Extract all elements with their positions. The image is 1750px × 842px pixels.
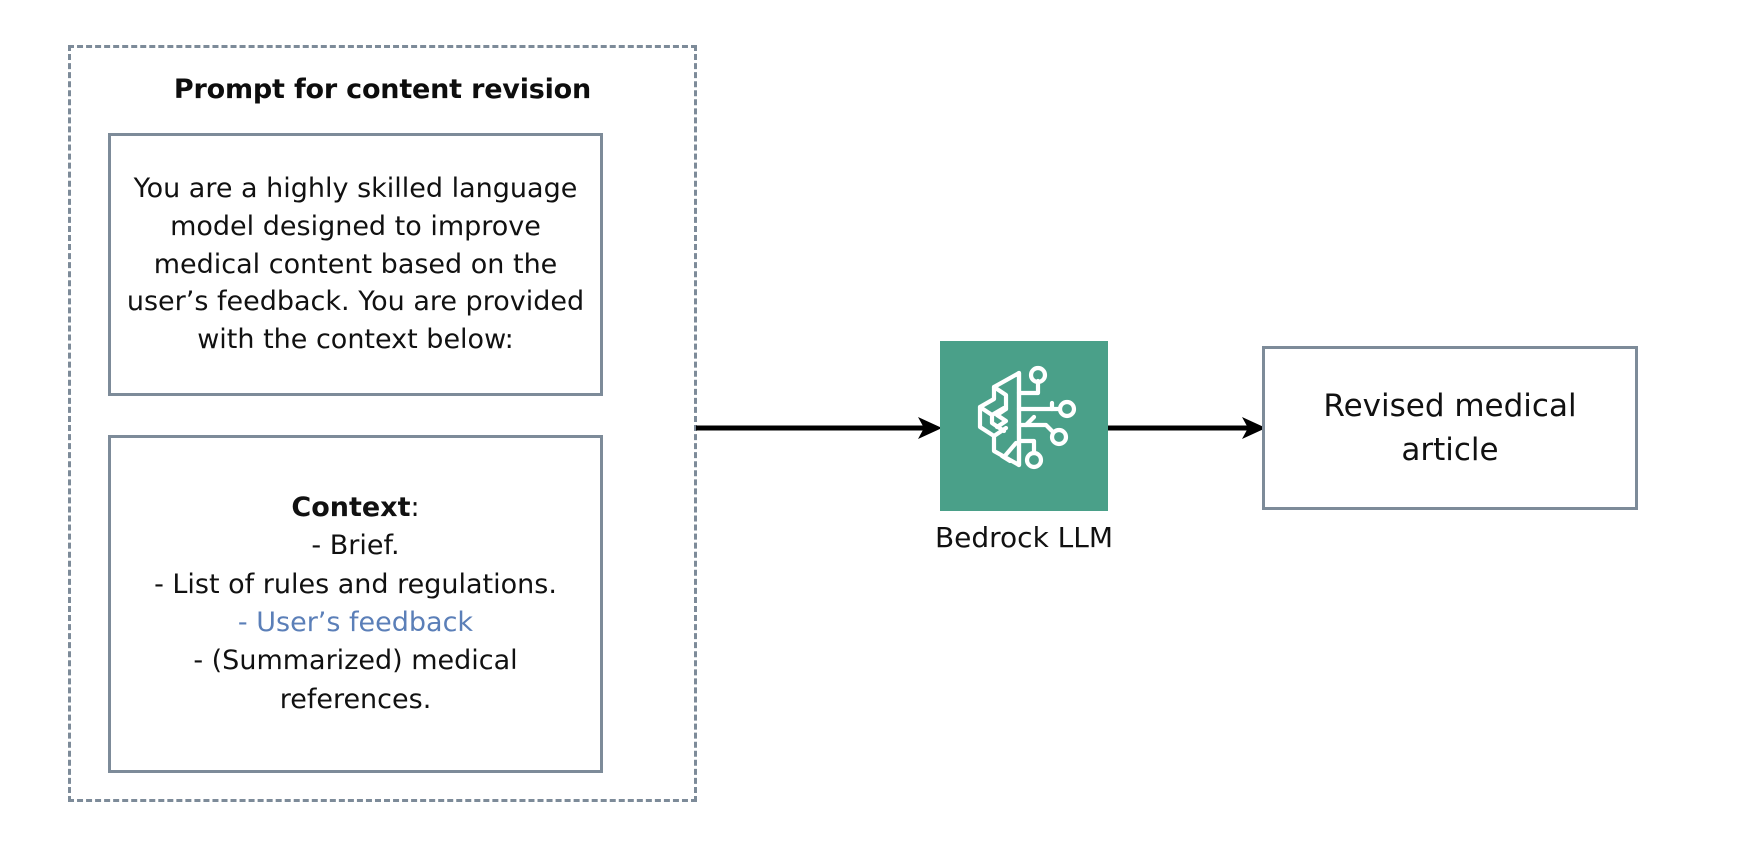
context-item-user-feedback: - User’s feedback (237, 607, 474, 638)
prompt-body-text: You are a highly skilled language model … (126, 173, 585, 356)
llm-node: Bedrock LLM (935, 341, 1113, 554)
context-heading: Context: (117, 489, 594, 527)
prompt-group-title: Prompt for content revision (173, 74, 592, 105)
output-box: Revised medical article (1262, 346, 1638, 510)
context-item-medical-references: - (Summarized) medical references. (193, 645, 518, 715)
llm-node-label: Bedrock LLM (934, 521, 1114, 554)
arrow-prompt-to-llm (696, 417, 942, 439)
llm-icon-tile (940, 341, 1108, 511)
output-box-text: Revised medical article (1323, 387, 1577, 468)
context-box: Context: - Brief. - List of rules and re… (108, 435, 603, 773)
context-item-brief: - Brief. (311, 530, 400, 562)
prompt-group-container: Prompt for content revision You are a hi… (68, 45, 697, 802)
arrow-llm-to-output (1108, 417, 1266, 439)
context-heading-label: Context (291, 492, 411, 524)
brain-circuit-icon (977, 365, 1077, 470)
context-heading-colon: : (410, 492, 420, 524)
prompt-body-box: You are a highly skilled language model … (108, 133, 603, 396)
context-item-rules: - List of rules and regulations. (154, 568, 557, 600)
context-content: Context: - Brief. - List of rules and re… (111, 489, 600, 719)
diagram-canvas: Prompt for content revision You are a hi… (0, 0, 1750, 842)
